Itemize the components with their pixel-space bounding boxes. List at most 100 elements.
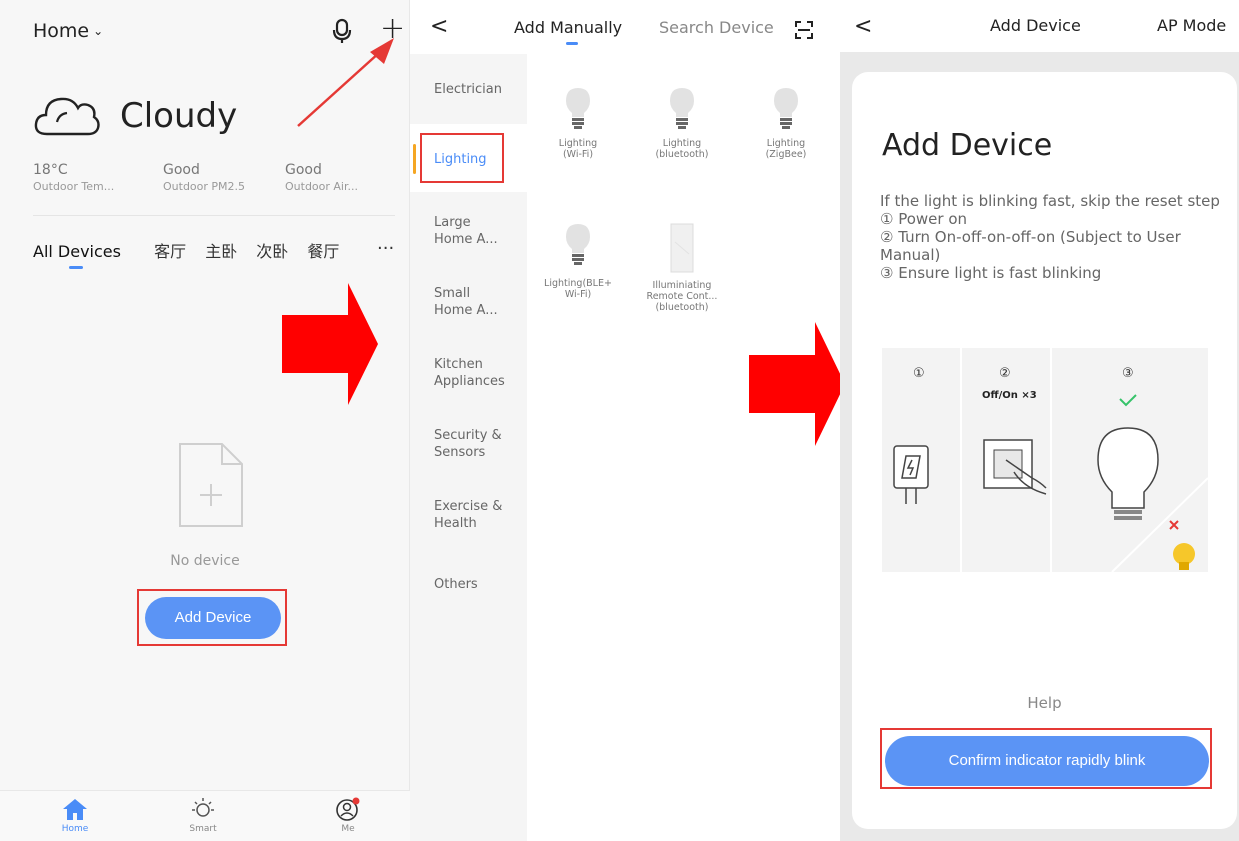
step-label-3: ③	[1122, 366, 1134, 381]
more-icon[interactable]: ···	[373, 238, 395, 259]
device-label: Lighting (Wi-Fi)	[533, 138, 623, 160]
device-label: Lighting (bluetooth)	[637, 138, 727, 160]
instruction-line: ② Turn On-off-on-off-on (Subject to User…	[880, 228, 1181, 264]
device-label: Illuminiating Remote Cont... (bluetooth)	[637, 280, 727, 313]
back-icon[interactable]: <	[430, 14, 448, 39]
tab-living-room[interactable]: 客厅	[154, 238, 186, 262]
tab-search-device[interactable]: Search Device	[659, 18, 774, 37]
bulb-icon	[774, 88, 798, 129]
chevron-down-icon: ⌄	[93, 24, 104, 38]
instruction-line: ① Power on	[880, 210, 968, 228]
bulb-icon	[566, 88, 590, 129]
device-remote-control[interactable]: Illuminiating Remote Cont... (bluetooth)	[637, 222, 727, 313]
weather-stats: 18°C Outdoor Tem... Good Outdoor PM2.5 G…	[0, 162, 410, 202]
bulb-icon	[566, 224, 590, 265]
step-label-2: ②	[999, 366, 1011, 381]
device-lighting-bluetooth[interactable]: Lighting (bluetooth)	[637, 86, 727, 160]
instruction-line: ③ Ensure light is fast blinking	[880, 264, 1102, 282]
home-selector[interactable]: Home ⌄	[33, 20, 103, 42]
device-label-line: (Wi-Fi)	[562, 149, 594, 160]
reset-steps-image	[882, 348, 1209, 573]
cloud-icon	[34, 97, 100, 136]
stat-value: 18°C	[33, 162, 68, 178]
device-lighting-ble-wifi[interactable]: Lighting(BLE+ Wi-Fi)	[533, 222, 623, 300]
category-active-bar	[413, 144, 416, 174]
home-icon	[63, 799, 87, 820]
device-label-line: Lighting	[766, 138, 806, 149]
annotation-arrow-icon	[297, 38, 394, 127]
device-label: Lighting(BLE+ Wi-Fi)	[533, 278, 623, 300]
device-label-line: Lighting	[662, 138, 702, 149]
big-arrow-icon	[282, 283, 378, 405]
user-icon	[336, 797, 360, 821]
home-label: Home	[33, 20, 90, 42]
empty-file-icon	[179, 443, 243, 527]
header: < Add Device AP Mode	[840, 0, 1239, 52]
ap-mode-link[interactable]: AP Mode	[1157, 16, 1226, 35]
reset-illustration: ① ② ③ Off/On ×3	[882, 348, 1209, 573]
remote-control-icon	[670, 223, 694, 273]
room-tabs: All Devices 客厅 主卧 次卧 餐厅	[33, 238, 403, 269]
device-label-line: (bluetooth)	[655, 302, 709, 313]
back-icon[interactable]: <	[854, 14, 872, 39]
bulb-icon	[670, 88, 694, 129]
category-exercise-health[interactable]: Exercise & Health	[434, 498, 514, 532]
tab-indicator	[566, 42, 578, 45]
device-label-line: (bluetooth)	[655, 149, 709, 160]
step-label-1: ①	[913, 366, 925, 381]
step-2-caption: Off/On ×3	[982, 390, 1037, 401]
stat-value: Good	[285, 162, 322, 178]
tab-dining-room[interactable]: 餐厅	[307, 238, 339, 262]
device-lighting-wifi[interactable]: Lighting (Wi-Fi)	[533, 86, 623, 160]
category-kitchen-appliances[interactable]: Kitchen Appliances	[434, 356, 524, 390]
home-screen: Home ⌄ + Cloudy 18°C Outdoor Tem... Good …	[0, 0, 410, 841]
device-lighting-zigbee[interactable]: Lighting (ZigBee)	[741, 86, 831, 160]
stat-label: Outdoor Tem...	[33, 180, 115, 193]
nav-home[interactable]: Home	[45, 797, 105, 834]
sun-icon	[192, 798, 214, 817]
nav-me[interactable]: Me	[318, 797, 378, 834]
header-title: Add Device	[990, 16, 1081, 35]
category-small-home-appliances[interactable]: Small Home A...	[434, 285, 504, 319]
divider	[33, 215, 395, 216]
instructions: If the light is blinking fast, skip the …	[880, 192, 1220, 282]
device-label-line: Illuminiating	[652, 280, 712, 291]
card-heading: Add Device	[882, 128, 1053, 163]
device-label-line: Lighting	[558, 138, 598, 149]
add-device-screen: < Add Device AP Mode Add Device If the l…	[840, 0, 1239, 841]
category-security-sensors[interactable]: Security & Sensors	[434, 427, 524, 461]
big-arrow-icon	[749, 322, 845, 446]
nav-smart[interactable]: Smart	[173, 797, 233, 834]
category-others[interactable]: Others	[434, 576, 524, 593]
tab-label: All Devices	[33, 242, 121, 261]
nav-label: Home	[61, 824, 89, 834]
device-label: Lighting (ZigBee)	[741, 138, 831, 160]
stat-pm25: Good Outdoor PM2.5	[163, 162, 245, 193]
scan-icon[interactable]	[794, 20, 814, 40]
instruction-card: Add Device If the light is blinking fast…	[852, 72, 1237, 829]
weather-label: Cloudy	[120, 96, 238, 136]
stat-value: Good	[163, 162, 200, 178]
instruction-line: If the light is blinking fast, skip the …	[880, 192, 1220, 210]
nav-label: Smart	[189, 824, 217, 834]
category-electrician[interactable]: Electrician	[434, 81, 524, 98]
device-label-line: (ZigBee)	[765, 149, 807, 160]
stat-air: Good Outdoor Air...	[285, 162, 358, 193]
tab-all-devices[interactable]: All Devices	[33, 242, 135, 269]
tab-add-manually[interactable]: Add Manually	[514, 18, 622, 37]
highlight-box	[420, 133, 504, 183]
tab-second-bedroom[interactable]: 次卧	[256, 238, 288, 262]
device-label-line: Wi-Fi)	[564, 289, 592, 300]
highlight-box	[137, 589, 287, 646]
nav-label: Me	[341, 824, 355, 834]
highlight-box	[880, 728, 1212, 789]
help-link[interactable]: Help	[852, 694, 1237, 712]
category-large-home-appliances[interactable]: Large Home A...	[434, 214, 504, 248]
device-label-line: Lighting(BLE+	[544, 278, 612, 289]
stat-temperature: 18°C Outdoor Tem...	[33, 162, 114, 193]
tab-indicator	[69, 266, 83, 269]
device-label-line: Remote Cont...	[646, 291, 718, 302]
tab-master-bedroom[interactable]: 主卧	[205, 238, 237, 262]
empty-state-text: No device	[170, 553, 240, 569]
bottom-nav: Home Smart Me	[0, 790, 410, 841]
